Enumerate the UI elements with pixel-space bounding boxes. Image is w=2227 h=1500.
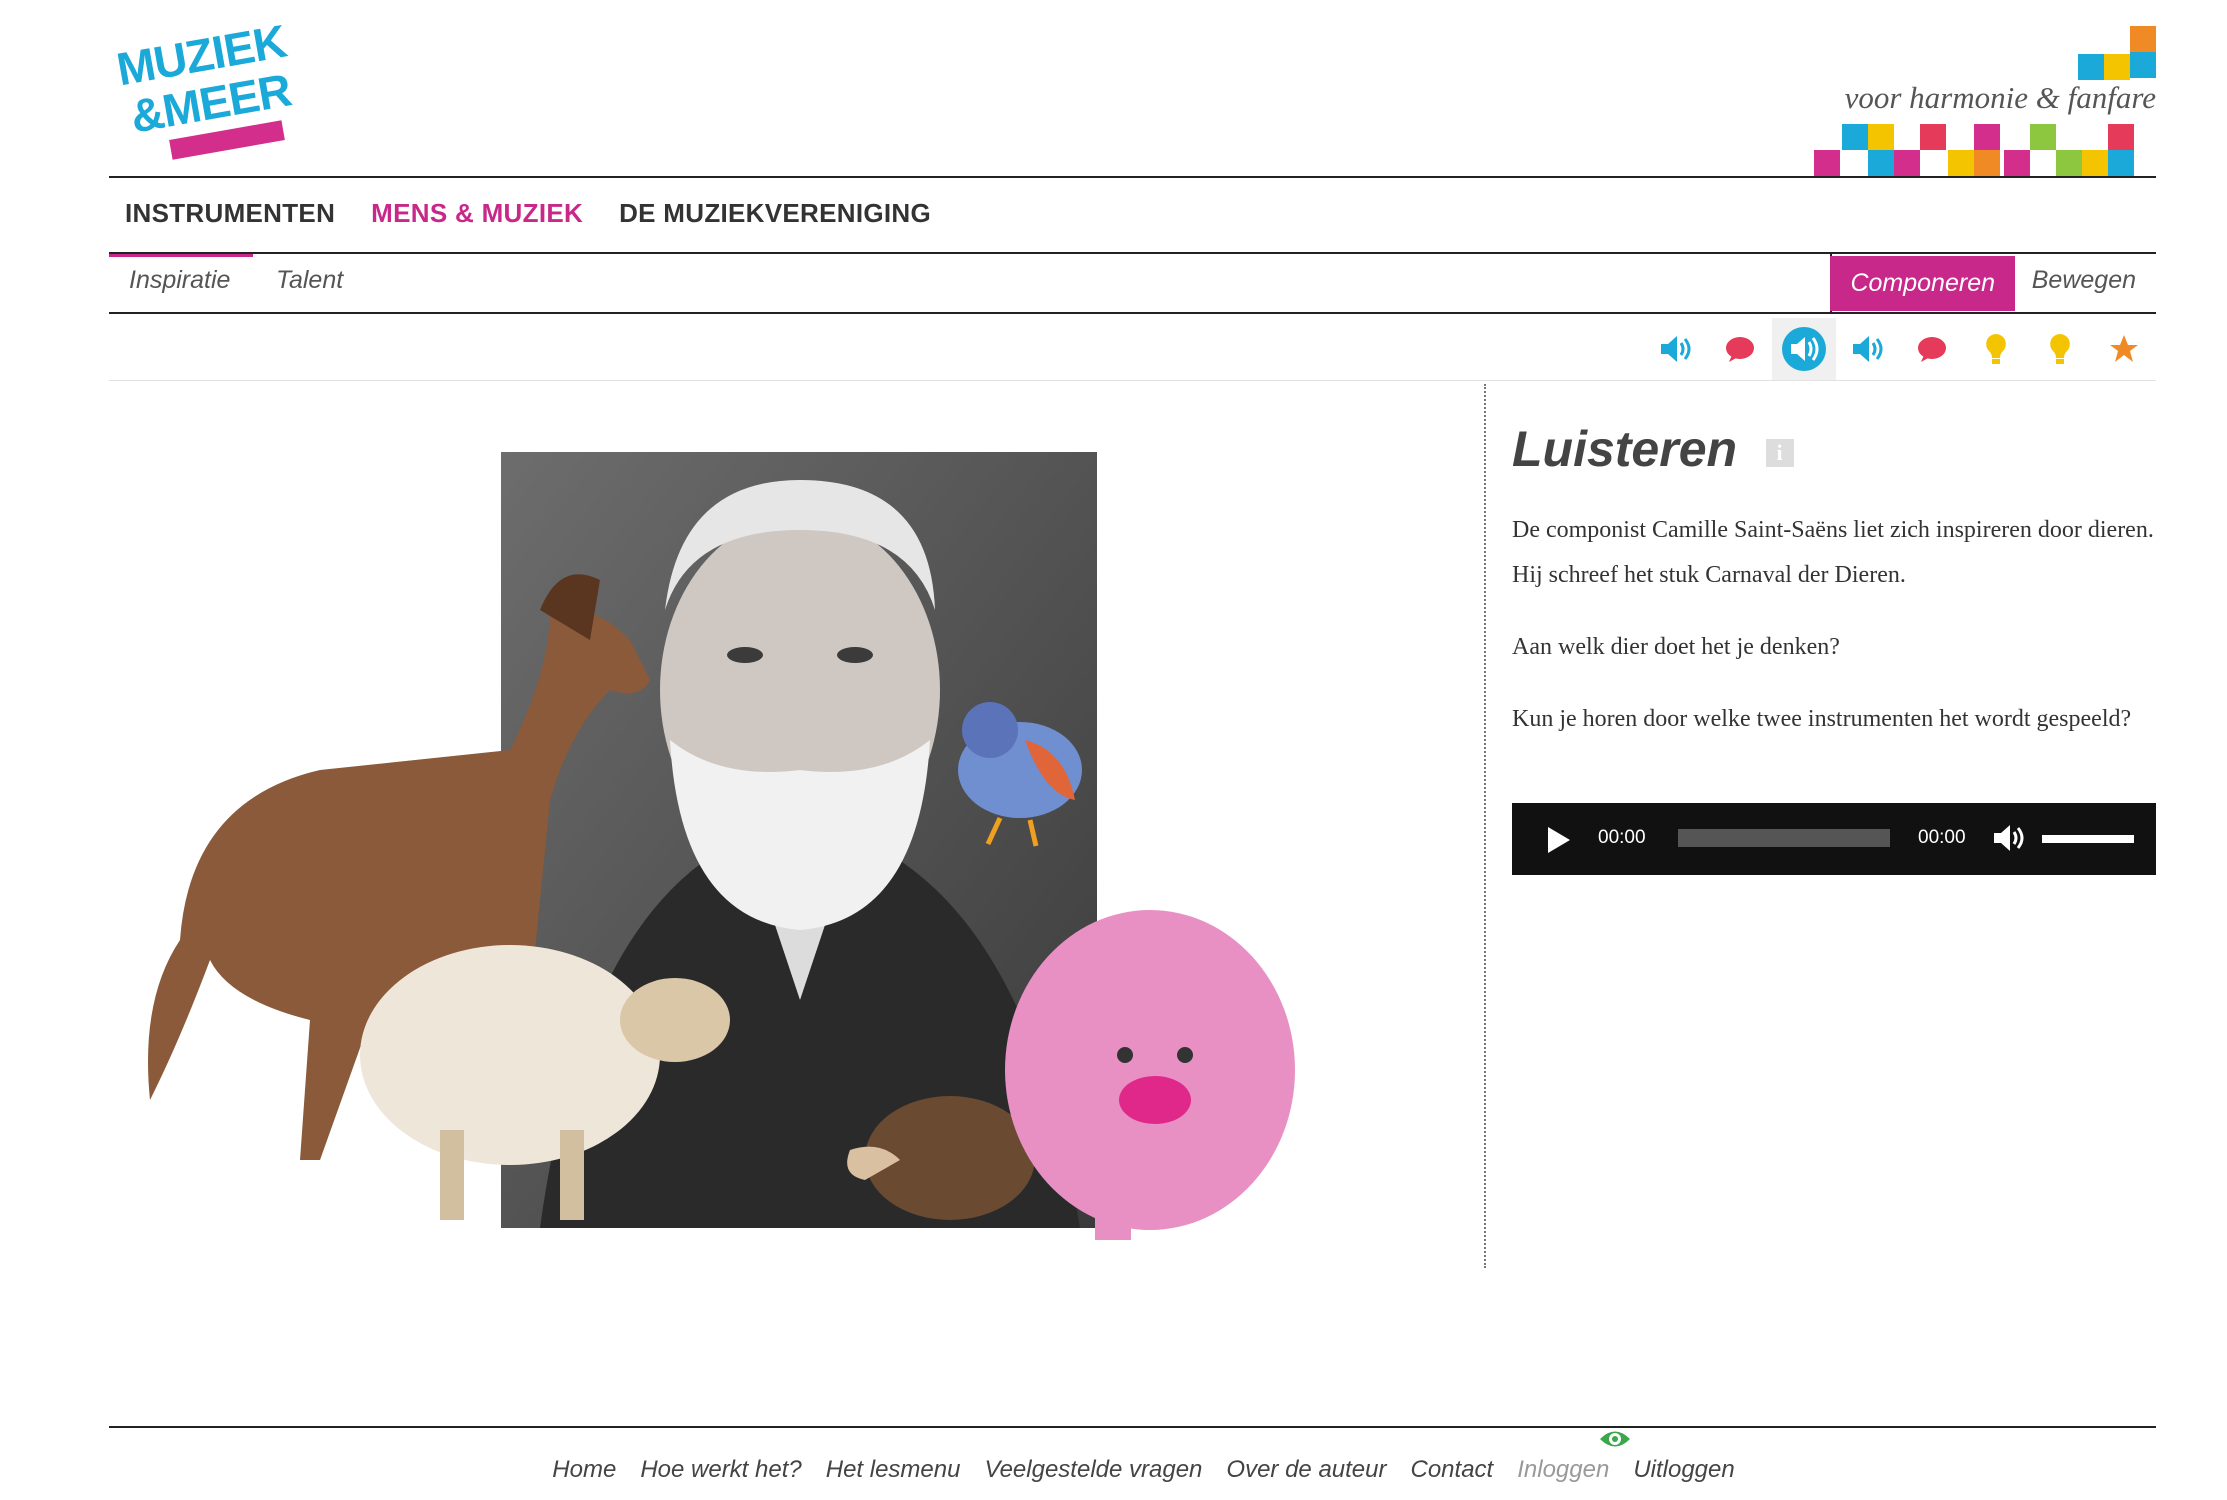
nav-mens-en-muziek[interactable]: MENS & MUZIEK: [371, 198, 583, 229]
footer-link-uitloggen[interactable]: Uitloggen: [1633, 1456, 1734, 1484]
eye-icon[interactable]: [1598, 1428, 1632, 1455]
audio-player: 00:00 00:00: [1512, 803, 2156, 875]
panel-paragraph-intro: De componist Camille Saint-Saëns liet zi…: [1512, 517, 2154, 588]
star-icon[interactable]: [2092, 318, 2156, 380]
audio-progress-bar[interactable]: [1678, 829, 1890, 847]
speech-bubble-icon[interactable]: [1900, 318, 1964, 380]
lesson-panel: Luisteren i De componist Camille Saint-S…: [1512, 420, 2156, 742]
tab-talent[interactable]: Talent: [276, 266, 343, 295]
activity-icon-bar: [1644, 318, 2156, 380]
info-icon[interactable]: i: [1765, 439, 1794, 467]
volume-slider[interactable]: [2042, 835, 2134, 843]
footer-link-hoe-werkt-het[interactable]: Hoe werkt het?: [640, 1456, 801, 1484]
pixel-decoration-top: [2046, 26, 2156, 82]
footer-link-veelgestelde-vragen[interactable]: Veelgestelde vragen: [984, 1456, 1202, 1484]
nav-instrumenten[interactable]: INSTRUMENTEN: [125, 198, 335, 229]
footer-link-inloggen[interactable]: Inloggen: [1517, 1456, 1609, 1484]
lightbulb-icon[interactable]: [2028, 318, 2092, 380]
header-rule: [109, 176, 2156, 178]
footer-link-het-lesmenu[interactable]: Het lesmenu: [826, 1456, 961, 1484]
footer-links: Home Hoe werkt het? Het lesmenu Veelgest…: [0, 1456, 2227, 1484]
footer-link-over-de-auteur[interactable]: Over de auteur: [1226, 1456, 1386, 1484]
panel-paragraph-question2: Kun je horen door welke twee instrumente…: [1512, 706, 2132, 732]
composer-with-animals-illustration: [120, 440, 1300, 1240]
brand-tagline: voor harmonie & fanfare: [1844, 80, 2156, 115]
speaker-icon[interactable]: [1644, 318, 1708, 380]
panel-paragraph-question1: Aan welk dier doet het je denken?: [1512, 634, 1840, 660]
play-icon[interactable]: [1548, 827, 1570, 853]
lightbulb-icon[interactable]: [1964, 318, 2028, 380]
current-time: 00:00: [1598, 827, 1646, 848]
nav-de-muziekvereniging[interactable]: DE MUZIEKVERENIGING: [619, 198, 931, 229]
tab-componeren[interactable]: Componeren: [1830, 256, 2015, 311]
speaker-active-icon[interactable]: [1772, 318, 1836, 380]
main-navigation: INSTRUMENTEN MENS & MUZIEK DE MUZIEKVERE…: [125, 198, 931, 229]
speech-bubble-icon[interactable]: [1708, 318, 1772, 380]
active-tab-indicator: [109, 254, 253, 257]
duration-time: 00:00: [1918, 827, 1966, 848]
volume-icon[interactable]: [1992, 823, 2026, 858]
tab-bewegen[interactable]: Bewegen: [2032, 266, 2136, 295]
tab-inspiratie[interactable]: Inspiratie: [129, 266, 230, 295]
sub-navigation: Inspiratie Talent Componeren Bewegen: [109, 254, 2156, 314]
footer-rule: [109, 1426, 2156, 1428]
pixel-decoration-bottom: [1814, 124, 2156, 176]
subnav-rule: [109, 312, 2156, 314]
speaker-icon[interactable]: [1836, 318, 1900, 380]
panel-title: Luisteren: [1512, 421, 1738, 477]
iconbar-rule: [109, 380, 2156, 381]
muziek-en-meer-logo[interactable]: MUZIEK &MEER: [112, 15, 294, 160]
footer-link-home[interactable]: Home: [552, 1456, 616, 1484]
content-divider: [1484, 384, 1486, 1268]
footer-link-contact[interactable]: Contact: [1411, 1456, 1494, 1484]
